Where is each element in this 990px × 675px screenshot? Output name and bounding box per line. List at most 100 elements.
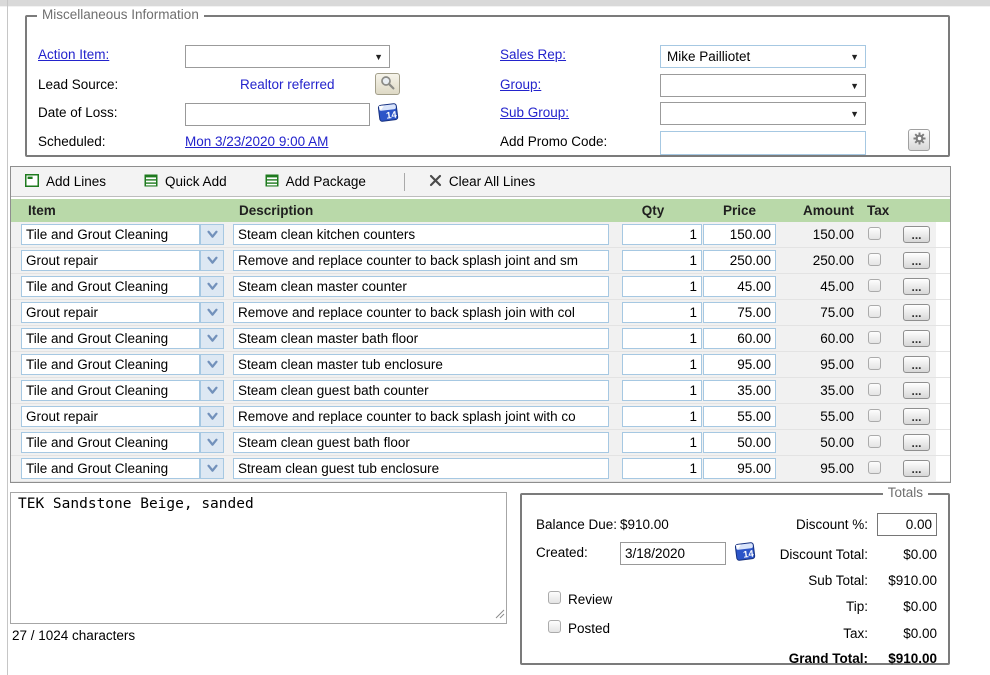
amount-value: 75.00 (766, 305, 854, 320)
date-of-loss-input[interactable] (185, 103, 370, 126)
date-of-loss-label: Date of Loss: (38, 105, 118, 120)
action-item-label[interactable]: Action Item: (38, 47, 109, 62)
created-date-input[interactable] (620, 542, 726, 565)
qty-input[interactable] (622, 380, 702, 401)
qty-input[interactable] (622, 224, 702, 245)
sales-rep-label[interactable]: Sales Rep: (500, 47, 566, 62)
item-dropdown-arrow-icon[interactable] (200, 380, 224, 401)
group-select[interactable] (660, 74, 866, 97)
description-input[interactable] (233, 276, 609, 297)
tax-checkbox[interactable] (868, 435, 881, 448)
tax-checkbox[interactable] (868, 461, 881, 474)
qty-input[interactable] (622, 250, 702, 271)
add-package-icon (265, 174, 279, 190)
line-items-toolbar: Add Lines Quick Add Add Package Clear Al… (11, 167, 950, 197)
notes-textarea[interactable]: TEK Sandstone Beige, sanded (10, 492, 507, 624)
description-input[interactable] (233, 250, 609, 271)
posted-checkbox[interactable] (548, 620, 561, 633)
clear-all-lines-button[interactable]: Clear All Lines (429, 174, 535, 190)
notes-area: TEK Sandstone Beige, sanded (10, 492, 507, 624)
description-input[interactable] (233, 328, 609, 349)
row-options-button[interactable]: ... (903, 460, 930, 477)
sub-group-label[interactable]: Sub Group: (500, 105, 569, 120)
row-options-button[interactable]: ... (903, 356, 930, 373)
add-package-button[interactable]: Add Package (265, 174, 366, 190)
item-input[interactable] (21, 406, 200, 427)
review-checkbox[interactable] (548, 591, 561, 604)
item-dropdown-arrow-icon[interactable] (200, 406, 224, 427)
item-dropdown-arrow-icon[interactable] (200, 354, 224, 375)
promo-settings-button[interactable] (908, 129, 930, 151)
promo-code-input[interactable] (660, 131, 866, 155)
quick-add-button[interactable]: Quick Add (144, 174, 227, 190)
qty-input[interactable] (622, 458, 702, 479)
clear-all-lines-label: Clear All Lines (449, 174, 535, 189)
lead-source-search-button[interactable] (375, 73, 400, 95)
row-options-button[interactable]: ... (903, 434, 930, 451)
item-input[interactable] (21, 354, 200, 375)
misc-info-fieldset: Miscellaneous Information Action Item: L… (25, 15, 950, 157)
tax-checkbox[interactable] (868, 279, 881, 292)
discount-pct-input[interactable] (877, 513, 937, 536)
item-dropdown-arrow-icon[interactable] (200, 276, 224, 297)
item-dropdown-arrow-icon[interactable] (200, 302, 224, 323)
item-input[interactable] (21, 224, 200, 245)
item-dropdown-arrow-icon[interactable] (200, 328, 224, 349)
item-dropdown-arrow-icon[interactable] (200, 458, 224, 479)
toolbar-separator (404, 173, 405, 191)
qty-input[interactable] (622, 354, 702, 375)
tax-checkbox[interactable] (868, 227, 881, 240)
item-dropdown-arrow-icon[interactable] (200, 250, 224, 271)
description-input[interactable] (233, 224, 609, 245)
item-dropdown-arrow-icon[interactable] (200, 432, 224, 453)
description-input[interactable] (233, 380, 609, 401)
tax-checkbox[interactable] (868, 253, 881, 266)
row-options-button[interactable]: ... (903, 382, 930, 399)
row-options-button[interactable]: ... (903, 330, 930, 347)
item-input[interactable] (21, 432, 200, 453)
amount-value: 250.00 (766, 253, 854, 268)
review-label: Review (568, 592, 612, 607)
sales-rep-select[interactable]: Mike Pailliotet (660, 45, 866, 68)
row-options-button[interactable]: ... (903, 252, 930, 269)
tax-checkbox[interactable] (868, 331, 881, 344)
tax-value: $0.00 (873, 626, 937, 641)
description-input[interactable] (233, 354, 609, 375)
group-label[interactable]: Group: (500, 77, 541, 92)
item-input[interactable] (21, 302, 200, 323)
row-options-button[interactable]: ... (903, 304, 930, 321)
header-qty: Qty (623, 203, 683, 218)
description-input[interactable] (233, 432, 609, 453)
qty-input[interactable] (622, 406, 702, 427)
resize-handle-icon[interactable] (494, 607, 505, 622)
row-options-button[interactable]: ... (903, 226, 930, 243)
tax-checkbox[interactable] (868, 357, 881, 370)
qty-input[interactable] (622, 432, 702, 453)
sub-group-select[interactable] (660, 102, 866, 125)
item-dropdown-arrow-icon[interactable] (200, 224, 224, 245)
description-input[interactable] (233, 406, 609, 427)
clear-x-icon (429, 174, 442, 190)
qty-input[interactable] (622, 328, 702, 349)
qty-input[interactable] (622, 276, 702, 297)
action-item-select[interactable] (185, 45, 390, 68)
item-input[interactable] (21, 380, 200, 401)
item-input[interactable] (21, 458, 200, 479)
item-input[interactable] (21, 328, 200, 349)
description-input[interactable] (233, 302, 609, 323)
item-input[interactable] (21, 250, 200, 271)
item-input[interactable] (21, 276, 200, 297)
table-row: 45.00 ... (11, 274, 950, 300)
row-options-button[interactable]: ... (903, 278, 930, 295)
add-lines-button[interactable]: Add Lines (25, 174, 106, 190)
amount-value: 45.00 (766, 279, 854, 294)
tax-checkbox[interactable] (868, 305, 881, 318)
description-input[interactable] (233, 458, 609, 479)
date-of-loss-calendar-icon[interactable]: 14 (377, 101, 399, 126)
qty-input[interactable] (622, 302, 702, 323)
scheduled-link[interactable]: Mon 3/23/2020 9:00 AM (185, 134, 328, 149)
tip-label: Tip: (718, 599, 868, 614)
tax-checkbox[interactable] (868, 409, 881, 422)
tax-checkbox[interactable] (868, 383, 881, 396)
row-options-button[interactable]: ... (903, 408, 930, 425)
